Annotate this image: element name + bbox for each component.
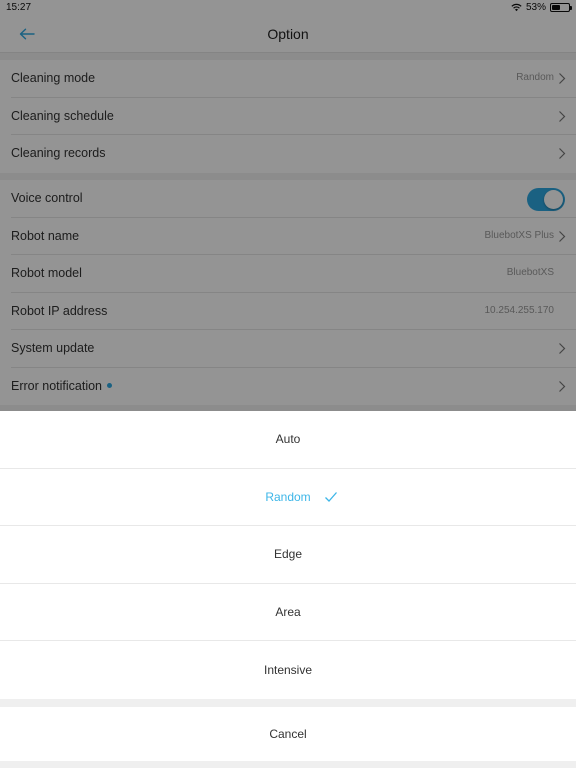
cleaning-mode-action-sheet: Auto Random Edge Area Intensive Cancel [0,411,576,768]
option-label: Edge [273,547,303,562]
option-label: Random [265,489,311,504]
option-area[interactable]: Area [0,584,576,641]
option-auto[interactable]: Auto [0,411,576,469]
modal-overlay[interactable] [0,0,576,411]
action-sheet-options: Auto Random Edge Area Intensive [0,411,576,699]
option-random[interactable]: Random [0,469,576,526]
option-label: Auto [275,432,301,447]
check-icon [325,491,337,502]
option-edge[interactable]: Edge [0,526,576,584]
option-intensive[interactable]: Intensive [0,641,576,699]
option-label: Area [275,604,301,619]
option-label: Intensive [263,662,313,677]
cancel-button[interactable]: Cancel [0,707,576,761]
